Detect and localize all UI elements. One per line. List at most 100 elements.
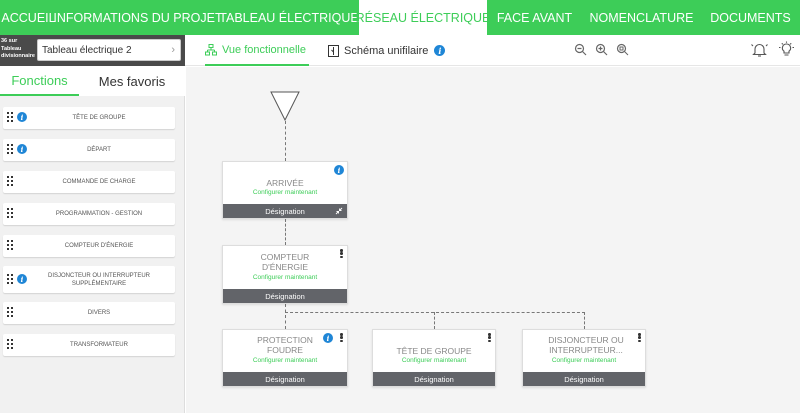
- designation-label: Désignation: [414, 374, 454, 384]
- info-icon[interactable]: i: [323, 333, 333, 343]
- diagram-icon: [328, 44, 339, 57]
- sidebar-item-programmation-gestion[interactable]: PROGRAMMATION - GESTION: [3, 203, 175, 225]
- more-options-icon[interactable]: [488, 333, 491, 342]
- node-footer[interactable]: Désignation: [223, 289, 347, 303]
- drag-handle-icon[interactable]: [7, 176, 13, 187]
- drag-handle-icon[interactable]: [7, 307, 13, 318]
- tab-label: DOCUMENTS: [710, 10, 791, 25]
- panel-counter-line: Tableau: [1, 45, 22, 52]
- node-title: TÊTE DE GROUPE: [396, 346, 472, 356]
- sidebar-item-label: DIVERS: [87, 310, 111, 316]
- configure-link[interactable]: Configurer maintenant: [523, 357, 645, 364]
- alarm-bell-icon[interactable]: [751, 41, 768, 58]
- panel-selector-area: 36 sur Tableau divisionnaire Tableau éle…: [0, 35, 185, 66]
- sidebar-item-compteur-energie[interactable]: COMPTEUR D'ÉNERGIE: [3, 235, 175, 257]
- lightbulb-icon[interactable]: [778, 41, 795, 58]
- designation-label: Désignation: [265, 206, 305, 216]
- network-diagram-canvas[interactable]: i ARRIVÉE Configurer maintenant Désignat…: [186, 67, 800, 413]
- node-title: COMPTEUR D'ÉNERGIE: [260, 252, 310, 272]
- tab-fonctions[interactable]: Fonctions: [0, 66, 79, 96]
- tab-informations-projet[interactable]: INFORMATIONS DU PROJET: [53, 0, 222, 35]
- node-compteur-energie[interactable]: COMPTEUR D'ÉNERGIE Configurer maintenant…: [222, 245, 348, 304]
- zoom-out-icon[interactable]: [574, 43, 587, 56]
- zoom-in-icon[interactable]: [595, 43, 608, 56]
- node-title: PROTECTION FOUDRE: [257, 335, 313, 355]
- node-tete-de-groupe[interactable]: TÊTE DE GROUPE Configurer maintenant Dés…: [372, 329, 496, 387]
- tab-mes-favoris[interactable]: Mes favoris: [79, 66, 185, 96]
- panel-counter-line: 36 sur: [1, 38, 18, 44]
- node-protection-foudre[interactable]: i PROTECTION FOUDRE Configurer maintenan…: [222, 329, 348, 387]
- tab-vue-fonctionnelle[interactable]: Vue fonctionnelle: [205, 35, 309, 66]
- hierarchy-icon: [205, 43, 217, 55]
- info-icon[interactable]: i: [17, 274, 27, 284]
- tab-label: TABLEAU ÉLECTRIQUE: [219, 10, 359, 25]
- tab-label: INFORMATIONS DU PROJET: [53, 10, 223, 25]
- more-options-icon[interactable]: [340, 333, 343, 342]
- tab-label: Vue fonctionnelle: [222, 43, 306, 56]
- sidebar-item-commande-de-charge[interactable]: COMMANDE DE CHARGE: [3, 171, 175, 193]
- sidebar-item-label: COMMANDE DE CHARGE: [62, 179, 136, 185]
- zoom-fit-icon[interactable]: [616, 43, 629, 56]
- panel-counter: 36 sur Tableau divisionnaire: [1, 38, 35, 61]
- tab-accueil[interactable]: ACCUEIL: [0, 0, 57, 35]
- info-icon[interactable]: i: [17, 144, 27, 154]
- configure-link[interactable]: Configurer maintenant: [373, 357, 495, 364]
- connector-line: [584, 312, 585, 329]
- sidebar-item-disjoncteur[interactable]: i DISJONCTEUR OU INTERRUPTEUR SUPPLÉMENT…: [3, 266, 175, 293]
- sidebar-item-tete-de-groupe[interactable]: i TÊTE DE GROUPE: [3, 107, 175, 129]
- drag-handle-icon[interactable]: [7, 144, 13, 155]
- node-arrivee[interactable]: i ARRIVÉE Configurer maintenant Désignat…: [222, 161, 348, 219]
- info-icon[interactable]: i: [17, 112, 27, 122]
- more-options-icon[interactable]: [340, 249, 343, 258]
- configure-link[interactable]: Configurer maintenant: [223, 189, 347, 196]
- more-options-icon[interactable]: [638, 333, 641, 342]
- sidebar-item-divers[interactable]: DIVERS: [3, 302, 175, 324]
- node-title: DISJONCTEUR OU INTERRUPTEUR...: [548, 335, 624, 355]
- tab-reseau-electrique[interactable]: RÉSEAU ÉLECTRIQUE: [356, 0, 490, 35]
- configure-link[interactable]: Configurer maintenant: [223, 357, 347, 364]
- connector-line: [434, 312, 435, 329]
- sidebar-item-label: COMPTEUR D'ÉNERGIE: [64, 243, 134, 249]
- node-footer[interactable]: Désignation: [373, 372, 495, 386]
- designation-label: Désignation: [265, 291, 305, 301]
- node-title: ARRIVÉE: [266, 178, 304, 188]
- tab-label: ACCUEIL: [1, 10, 56, 25]
- top-navigation: ACCUEIL INFORMATIONS DU PROJET TABLEAU É…: [0, 0, 800, 35]
- sidebar-item-transformateur[interactable]: TRANSFORMATEUR: [3, 334, 175, 356]
- tab-tableau-electrique[interactable]: TABLEAU ÉLECTRIQUE: [219, 0, 359, 35]
- tab-face-avant[interactable]: FACE AVANT: [487, 0, 582, 35]
- node-footer[interactable]: Désignation: [223, 204, 347, 218]
- drag-handle-icon[interactable]: [7, 274, 13, 285]
- tab-label: FACE AVANT: [496, 10, 573, 25]
- tab-label: Fonctions: [11, 72, 68, 88]
- tab-schema-unifilaire[interactable]: Schéma unifilaire i: [328, 35, 446, 66]
- sub-toolbar: 36 sur Tableau divisionnaire Tableau éle…: [0, 35, 800, 66]
- info-icon[interactable]: i: [334, 165, 344, 175]
- sidebar-item-label: DISJONCTEUR OU INTERRUPTEUR SUPPLÉMENTAI…: [47, 272, 150, 287]
- source-triangle-icon: [270, 91, 300, 121]
- node-footer[interactable]: Désignation: [523, 372, 645, 386]
- chevron-right-icon: ›: [171, 44, 175, 56]
- sidebar-tabs: Fonctions Mes favoris: [0, 66, 185, 96]
- sidebar-item-label: DÉPART: [87, 147, 111, 153]
- node-footer[interactable]: Désignation: [223, 372, 347, 386]
- collapse-icon[interactable]: [335, 207, 343, 215]
- configure-link[interactable]: Configurer maintenant: [223, 274, 347, 281]
- drag-handle-icon[interactable]: [7, 112, 13, 123]
- drag-handle-icon[interactable]: [7, 208, 13, 219]
- drag-handle-icon[interactable]: [7, 240, 13, 251]
- panel-select[interactable]: Tableau électrique 2 ›: [37, 39, 181, 61]
- sidebar-item-depart[interactable]: i DÉPART: [3, 139, 175, 161]
- drag-handle-icon[interactable]: [7, 339, 13, 350]
- tab-label: Mes favoris: [98, 73, 166, 89]
- node-disjoncteur[interactable]: DISJONCTEUR OU INTERRUPTEUR... Configure…: [522, 329, 646, 387]
- designation-label: Désignation: [564, 374, 604, 384]
- app-root: ACCUEIL INFORMATIONS DU PROJET TABLEAU É…: [0, 0, 800, 413]
- sidebar-item-label: TÊTE DE GROUPE: [72, 115, 126, 121]
- functions-sidebar: Fonctions Mes favoris i TÊTE DE GROUPE i…: [0, 66, 185, 413]
- tab-label: RÉSEAU ÉLECTRIQUE: [355, 10, 491, 25]
- tab-documents[interactable]: DOCUMENTS: [701, 0, 800, 35]
- info-icon[interactable]: i: [434, 45, 446, 56]
- connector-line: [285, 304, 286, 329]
- tab-nomenclature[interactable]: NOMENCLATURE: [582, 0, 701, 35]
